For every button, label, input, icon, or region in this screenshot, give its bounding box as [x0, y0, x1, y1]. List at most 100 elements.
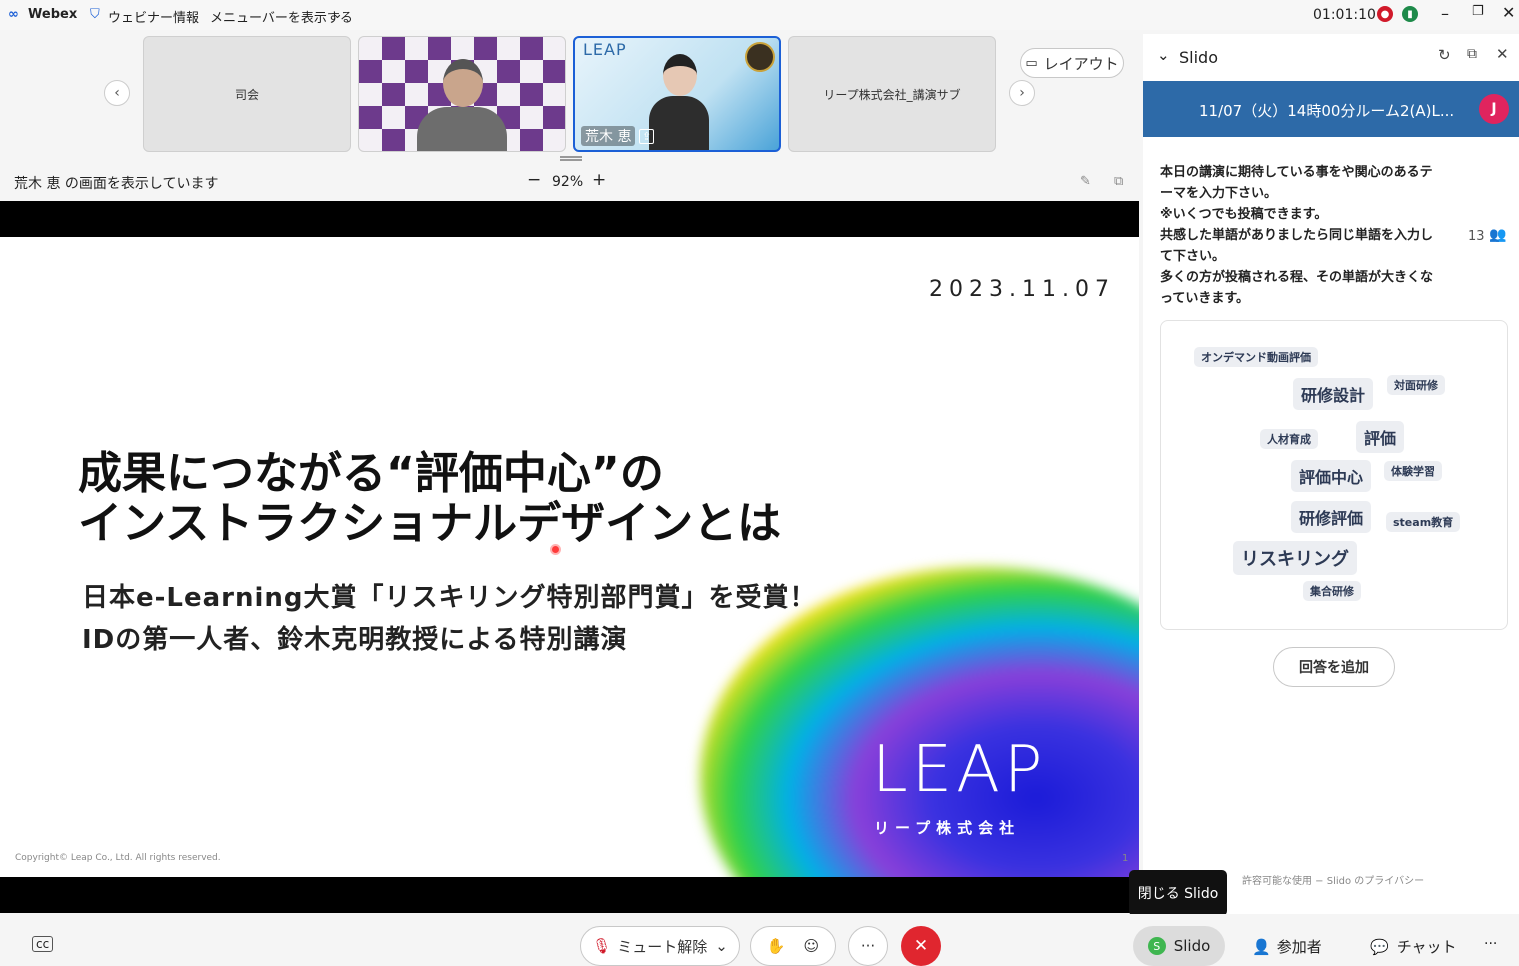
slide-subtitle-line2: IDの第一人者、鈴木克明教授による特別講演 — [82, 625, 628, 655]
slido-footer-links[interactable]: 許容可能な使用 − Slido のプライバシー — [1242, 872, 1424, 887]
question-line: 共感した単語がありましたら同じ単語を入力し — [1160, 228, 1434, 243]
restore-icon[interactable]: ❐ — [1472, 4, 1484, 19]
close-icon[interactable]: ✕ — [1502, 3, 1515, 22]
thumbnail-label: リープ株式会社_講演サブ — [823, 87, 961, 102]
word-tag: 人材育成 — [1260, 429, 1318, 449]
unmute-label: ミュート解除 — [617, 937, 708, 956]
shared-screen: 2023.11.07 成果につながる“評価中心”の インストラクショナルデザイン… — [0, 201, 1139, 913]
slido-panel: ⌄ Slido ↻ ⧉ ✕ 11/07（火）14時00分ルーム2(A)L... … — [1143, 34, 1519, 914]
share-status: 荒木 恵 の画面を表示しています — [14, 176, 219, 192]
question-line: 本日の講演に期待している事をや関心のあるテ — [1160, 165, 1433, 180]
participants-button[interactable]: 👤 参加者 — [1252, 936, 1322, 957]
resize-handle[interactable] — [560, 156, 582, 161]
annotate-icon[interactable]: ✎ — [1080, 174, 1091, 189]
question-line: て下さい。 — [1160, 249, 1226, 264]
slide-title-line2: インストラクショナルデザインとは — [78, 498, 782, 549]
word-tag: 研修設計 — [1293, 378, 1374, 410]
popout-icon[interactable]: ⧉ — [1467, 46, 1477, 62]
slido-button[interactable]: S Slido — [1133, 926, 1225, 966]
word-tag: 研修評価 — [1291, 501, 1372, 533]
meeting-timer: 01:01:10 — [1313, 7, 1376, 23]
question-line: ーマを入力下さい。 — [1160, 186, 1278, 201]
question-line: っていきます。 — [1160, 291, 1250, 306]
zoom-out-button[interactable]: − — [527, 170, 541, 190]
word-cloud: オンデマンド動画評価 研修設計 対面研修 人材育成 評価 評価中心 体験学習 研… — [1160, 320, 1508, 630]
laser-pointer — [550, 544, 561, 555]
collapse-chevron-icon[interactable]: ⌄ — [1157, 46, 1170, 64]
word-tag: 集合研修 — [1303, 581, 1361, 601]
thumbnail-host[interactable]: 司会 — [143, 36, 351, 152]
thumbnail-sub[interactable]: リープ株式会社_講演サブ — [788, 36, 996, 152]
word-tag: 評価中心 — [1291, 460, 1372, 492]
thumbnail-video-speaker[interactable]: LEAP 荒木 恵 ⇪ — [573, 36, 781, 152]
end-call-button[interactable]: ✕ — [901, 926, 941, 966]
slido-label: Slido — [1173, 937, 1211, 955]
close-x-icon: ✕ — [913, 936, 929, 956]
slido-room-header: 11/07（火）14時00分ルーム2(A)L... J — [1143, 81, 1519, 137]
speaker-name: 荒木 恵 — [581, 126, 636, 146]
participants-icon: 👥 — [1489, 227, 1507, 243]
add-answer-button[interactable]: 回答を追加 — [1273, 647, 1395, 687]
shield-icon: ⛉ — [90, 7, 100, 22]
word-tag: 体験学習 — [1384, 461, 1442, 481]
close-panel-icon[interactable]: ✕ — [1496, 45, 1509, 63]
zoom-level: 92% — [552, 174, 584, 190]
slido-icon: S — [1147, 937, 1166, 955]
zoom-in-button[interactable]: + — [592, 170, 606, 190]
captions-icon[interactable]: cc — [32, 936, 54, 952]
speaker-logo: LEAP — [583, 40, 627, 59]
leap-logo: LEAP — [872, 733, 1047, 807]
layout-button[interactable]: ▭ レイアウト — [1020, 48, 1124, 78]
poll-question: 本日の講演に期待している事をや関心のあるテ ーマを入力下さい。 ※いくつでも投稿… — [1160, 162, 1470, 309]
participant-count: 13 — [1468, 229, 1485, 244]
control-bar: cc 🎙 ミュート解除 ⌄ ✋ ☺ ··· ✕ S Slido 👤 参加者 💬 … — [0, 914, 1519, 966]
person-icon: 👤 — [1252, 937, 1271, 956]
word-tag: リスキリング — [1233, 541, 1357, 575]
room-title: 11/07（火）14時00分ルーム2(A)L... — [1199, 102, 1455, 120]
share-screen-icon: ⇪ — [639, 129, 655, 144]
more-options-button[interactable]: ··· — [848, 926, 888, 966]
overflow-menu-button[interactable]: ··· — [1484, 936, 1497, 952]
chat-label: チャット — [1396, 938, 1457, 956]
webex-logo-icon: ∞ — [8, 7, 19, 22]
layout-label: レイアウト — [1043, 54, 1119, 73]
reaction-icon[interactable]: ☺ — [804, 937, 820, 955]
person-silhouette — [417, 59, 507, 151]
muted-mic-icon: 🎙 — [592, 937, 612, 955]
page-number: 1 — [1122, 853, 1129, 864]
unmute-button[interactable]: 🎙 ミュート解除 ⌄ — [580, 926, 740, 966]
person-silhouette — [649, 54, 709, 150]
signal-icon[interactable]: ▮ — [1402, 6, 1418, 22]
prev-thumbnails-button[interactable]: ‹ — [104, 80, 130, 106]
chevron-down-icon[interactable]: ⌄ — [332, 7, 343, 22]
chat-button[interactable]: 💬 チャット — [1370, 936, 1457, 957]
refresh-icon[interactable]: ↻ — [1438, 46, 1451, 64]
thumbnail-video-man[interactable] — [358, 36, 566, 152]
slide: 2023.11.07 成果につながる“評価中心”の インストラクショナルデザイン… — [0, 237, 1139, 877]
raise-hand-icon[interactable]: ✋ — [767, 937, 786, 955]
slide-date: 2023.11.07 — [929, 277, 1115, 302]
layout-icon: ▭ — [1025, 55, 1038, 71]
popout-share-icon[interactable]: ⧉ — [1114, 174, 1123, 189]
award-badge-icon — [745, 42, 775, 72]
minimize-icon[interactable]: – — [1441, 4, 1449, 23]
webinar-info-menu[interactable]: ウェビナー情報 — [108, 7, 199, 26]
chevron-right-icon: › — [1019, 85, 1025, 101]
chat-bubble-icon: 💬 — [1370, 937, 1389, 956]
next-thumbnails-button[interactable]: › — [1009, 80, 1035, 106]
app-name: Webex — [28, 7, 78, 22]
recording-icon[interactable]: ● — [1377, 6, 1393, 22]
word-tag: 評価 — [1356, 421, 1405, 453]
slido-title: Slido — [1179, 48, 1218, 67]
question-line: 多くの方が投稿される程、その単語が大きくな — [1160, 270, 1434, 285]
copyright: Copyright© Leap Co., Ltd. All rights res… — [15, 853, 221, 863]
chevron-down-icon[interactable]: ⌄ — [715, 937, 728, 955]
participants-label: 参加者 — [1276, 938, 1322, 956]
avatar[interactable]: J — [1479, 94, 1509, 124]
thumbnail-label: 司会 — [234, 87, 259, 102]
chevron-left-icon: ‹ — [114, 85, 120, 101]
word-tag: 対面研修 — [1387, 375, 1445, 395]
question-line: ※いくつでも投稿できます。 — [1160, 207, 1328, 222]
menu-bar: ∞ Webex ⛉ ウェビナー情報 メニューバーを表示する ⌄ 01:01:10… — [0, 0, 1519, 30]
reactions-group: ✋ ☺ — [750, 926, 836, 966]
